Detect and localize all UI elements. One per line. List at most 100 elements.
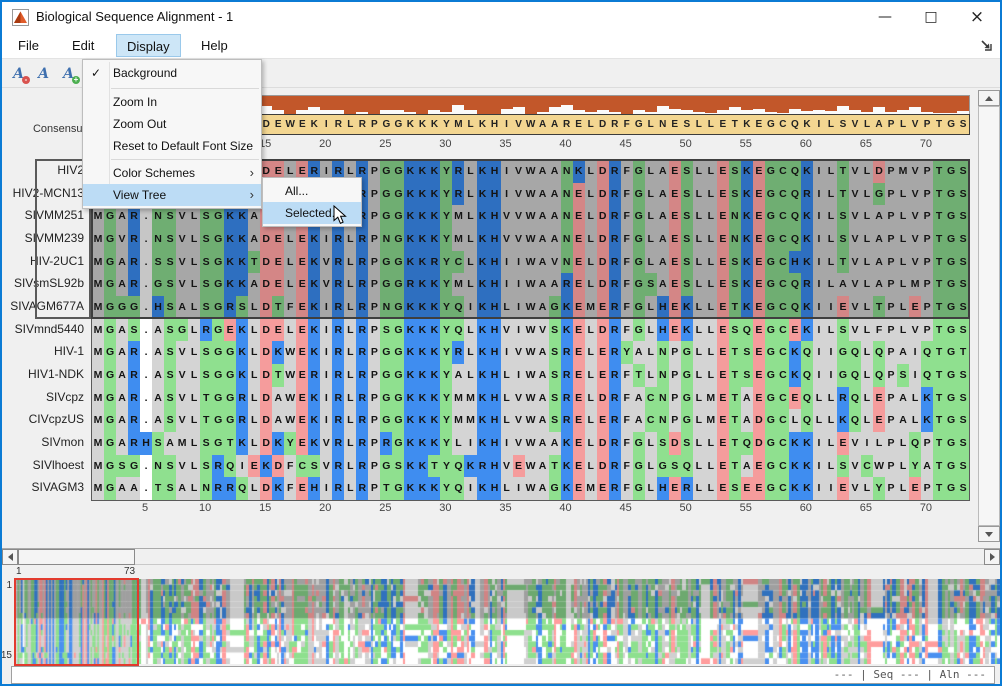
residue-cell[interactable]: K <box>740 250 753 274</box>
residue-cell[interactable]: A <box>740 454 753 478</box>
residue-cell[interactable]: L <box>248 477 261 500</box>
residue-cell[interactable]: K <box>404 386 417 410</box>
residue-cell[interactable]: V <box>512 409 525 432</box>
residue-cell[interactable]: L <box>704 431 717 455</box>
residue-cell[interactable]: V <box>500 318 513 342</box>
residue-cell[interactable]: A <box>536 341 549 364</box>
residue-cell[interactable]: W <box>284 386 297 410</box>
residue-cell[interactable]: L <box>692 295 705 319</box>
residue-cell[interactable]: H <box>656 295 669 319</box>
residue-cell[interactable]: L <box>284 273 297 296</box>
residue-cell[interactable]: K <box>428 227 441 251</box>
residue-cell[interactable]: F <box>620 409 633 432</box>
residue-cell[interactable]: Q <box>788 295 801 319</box>
residue-cell[interactable]: L <box>897 318 910 342</box>
menu-file[interactable]: File <box>8 34 49 57</box>
residue-cell[interactable]: C <box>644 386 657 410</box>
residue-cell[interactable]: E <box>296 295 309 319</box>
residue-cell[interactable]: A <box>632 409 645 432</box>
residue-cell[interactable]: S <box>152 250 165 274</box>
residue-cell[interactable]: E <box>296 250 309 274</box>
residue-cell[interactable]: E <box>668 477 681 500</box>
residue-cell[interactable]: E <box>752 227 765 251</box>
residue-cell[interactable]: H <box>488 318 501 342</box>
residue-cell[interactable]: N <box>560 227 573 251</box>
residue-cell[interactable]: Q <box>740 318 753 342</box>
residue-cell[interactable]: L <box>704 205 717 228</box>
residue-cell[interactable]: K <box>404 477 417 500</box>
residue-cell[interactable]: L <box>897 295 910 319</box>
residue-cell[interactable]: T <box>933 431 946 455</box>
residue-cell[interactable]: G <box>764 182 777 206</box>
residue-cell[interactable]: V <box>848 250 861 274</box>
residue-cell[interactable]: T <box>728 295 741 319</box>
residue-cell[interactable]: C <box>776 295 789 319</box>
residue-cell[interactable]: E <box>716 341 729 364</box>
residue-cell[interactable]: G <box>764 250 777 274</box>
residue-cell[interactable]: L <box>644 318 657 342</box>
residue-cell[interactable]: G <box>104 363 117 387</box>
residue-cell[interactable]: H <box>488 431 501 455</box>
residue-cell[interactable]: I <box>824 363 837 387</box>
residue-cell[interactable]: R <box>332 250 345 274</box>
residue-cell[interactable]: L <box>188 386 201 410</box>
residue-cell[interactable]: G <box>212 318 225 342</box>
residue-cell[interactable]: E <box>752 205 765 228</box>
residue-cell[interactable]: S <box>957 295 970 319</box>
residue-cell[interactable]: D <box>752 409 765 432</box>
residue-cell[interactable]: E <box>716 318 729 342</box>
residue-cell[interactable]: L <box>464 341 477 364</box>
residue-cell[interactable]: G <box>392 295 405 319</box>
residue-cell[interactable]: K <box>428 363 441 387</box>
residue-cell[interactable]: D <box>260 341 273 364</box>
residue-cell[interactable]: A <box>548 431 561 455</box>
residue-cell[interactable]: N <box>728 205 741 228</box>
residue-cell[interactable]: K <box>308 295 321 319</box>
residue-cell[interactable]: I <box>500 160 513 183</box>
residue-cell[interactable]: G <box>945 341 958 364</box>
residue-cell[interactable]: K <box>740 273 753 296</box>
residue-cell[interactable]: S <box>957 273 970 296</box>
residue-cell[interactable]: V <box>909 227 922 251</box>
residue-cell[interactable]: K <box>428 205 441 228</box>
residue-cell[interactable]: E <box>572 295 585 319</box>
residue-cell[interactable]: L <box>692 318 705 342</box>
residue-cell[interactable]: G <box>380 160 393 183</box>
residue-cell[interactable]: N <box>560 205 573 228</box>
residue-cell[interactable]: V <box>176 250 189 274</box>
residue-cell[interactable]: E <box>716 477 729 500</box>
residue-cell[interactable]: D <box>260 409 273 432</box>
residue-cell[interactable]: H <box>656 318 669 342</box>
residue-cell[interactable]: T <box>836 250 849 274</box>
residue-cell[interactable]: R <box>608 409 621 432</box>
residue-cell[interactable]: K <box>680 318 693 342</box>
residue-cell[interactable]: G <box>764 386 777 410</box>
residue-cell[interactable]: T <box>632 363 645 387</box>
residue-cell[interactable]: I <box>812 431 825 455</box>
residue-cell[interactable]: A <box>116 386 129 410</box>
residue-cell[interactable]: A <box>740 386 753 410</box>
residue-cell[interactable]: F <box>620 273 633 296</box>
residue-cell[interactable]: Q <box>452 318 465 342</box>
residue-cell[interactable]: L <box>824 386 837 410</box>
residue-cell[interactable]: V <box>909 160 922 183</box>
residue-cell[interactable]: K <box>236 363 249 387</box>
residue-cell[interactable]: M <box>452 227 465 251</box>
residue-cell[interactable]: G <box>945 205 958 228</box>
residue-cell[interactable]: L <box>344 227 357 251</box>
residue-cell[interactable]: G <box>104 318 117 342</box>
residue-cell[interactable]: Y <box>440 182 453 206</box>
residue-cell[interactable]: L <box>344 431 357 455</box>
residue-cell[interactable]: T <box>933 318 946 342</box>
residue-cell[interactable]: L <box>464 250 477 274</box>
residue-cell[interactable]: P <box>368 273 381 296</box>
residue-cell[interactable]: . <box>140 227 153 251</box>
residue-cell[interactable]: A <box>873 227 886 251</box>
residue-cell[interactable]: A <box>548 160 561 183</box>
residue-cell[interactable]: G <box>176 318 189 342</box>
residue-cell[interactable]: R <box>608 386 621 410</box>
residue-cell[interactable]: L <box>584 160 597 183</box>
residue-cell[interactable]: E <box>752 341 765 364</box>
residue-cell[interactable]: K <box>260 454 273 478</box>
residue-cell[interactable]: G <box>836 363 849 387</box>
